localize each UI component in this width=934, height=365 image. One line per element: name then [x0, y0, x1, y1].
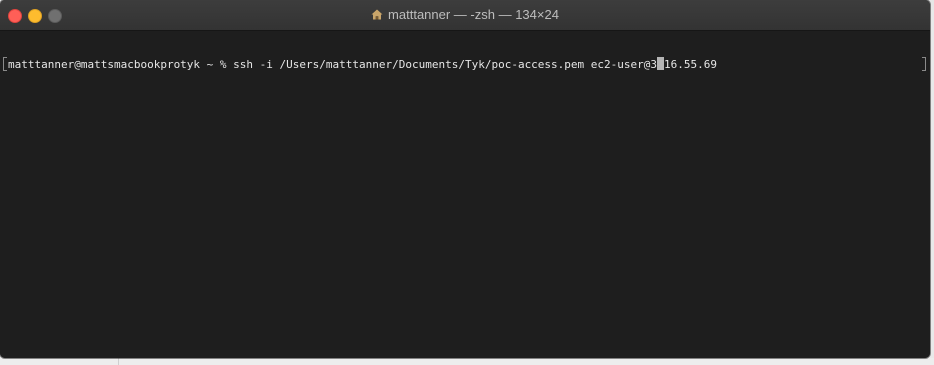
terminal-line[interactable]: matttanner@mattsmacbookprotyk ~ % ssh -i…	[8, 57, 717, 72]
background-divider	[118, 358, 119, 365]
home-icon	[371, 1, 383, 31]
window-title-text: matttanner — -zsh — 134×24	[388, 7, 559, 22]
text-cursor	[657, 57, 665, 70]
background-bottom-strip	[0, 358, 934, 365]
command-text-after-cursor[interactable]: 16.55.69	[664, 58, 717, 71]
command-text[interactable]: ssh -i /Users/matttanner/Documents/Tyk/p…	[233, 58, 657, 71]
window-title: matttanner — -zsh — 134×24	[0, 0, 930, 30]
terminal-window[interactable]: matttanner — -zsh — 134×24 matttanner@ma…	[0, 0, 930, 358]
background-right-edge	[930, 10, 934, 365]
mark-bracket-right	[922, 57, 926, 71]
shell-prompt: matttanner@mattsmacbookprotyk ~ %	[8, 58, 234, 71]
terminal-content[interactable]: matttanner@mattsmacbookprotyk ~ % ssh -i…	[0, 31, 930, 358]
title-bar[interactable]: matttanner — -zsh — 134×24	[0, 0, 930, 31]
mark-bracket-left	[3, 57, 7, 71]
